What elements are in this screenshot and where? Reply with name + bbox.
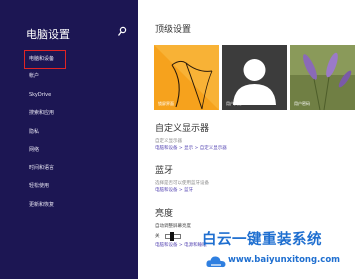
tile-user-password[interactable]: 用户密码 xyxy=(290,45,355,110)
display-breadcrumb-link[interactable]: 电脑和设备 > 显示 > 自定义显示器 xyxy=(155,146,227,152)
sidebar-item-skydrive[interactable]: SkyDrive xyxy=(29,92,51,99)
bluetooth-description: 选择是否可以使用蓝牙设备 xyxy=(155,181,209,186)
bluetooth-breadcrumb-link[interactable]: 电脑和设备 > 蓝牙 xyxy=(155,188,193,194)
settings-sidebar: 电脑设置 电脑和设备 帐户 SkyDrive 搜索和应用 隐私 网络 时间和语言… xyxy=(0,0,138,279)
brightness-description: 自动调整屏幕亮度 xyxy=(155,224,191,229)
sidebar-title: 电脑设置 xyxy=(26,28,70,41)
brightness-toggle-label: 关 xyxy=(155,234,160,239)
top-settings-heading: 顶级设置 xyxy=(155,25,192,35)
sidebar-item-network[interactable]: 网络 xyxy=(29,147,39,154)
bluetooth-heading: 蓝牙 xyxy=(155,166,174,176)
sidebar-item-update-and-recovery[interactable]: 更新和恢复 xyxy=(29,202,54,209)
sidebar-item-ease-of-access[interactable]: 轻松使用 xyxy=(29,183,49,190)
sidebar-item-search-and-apps[interactable]: 搜索和应用 xyxy=(29,110,54,117)
cloud-logo-icon xyxy=(206,256,226,268)
tile-lock-screen[interactable]: 锁屏界面 xyxy=(154,45,219,110)
tile-label-account-picture: 用户头像 xyxy=(226,101,242,106)
sidebar-item-pc-and-devices[interactable]: 电脑和设备 xyxy=(29,56,54,63)
watermark-url: www.baiyunxitong.com xyxy=(228,255,341,265)
sidebar-item-time-and-language[interactable]: 时间和语言 xyxy=(29,165,54,172)
sidebar-item-accounts[interactable]: 帐户 xyxy=(29,73,39,80)
display-heading: 自定义显示器 xyxy=(155,124,210,134)
search-icon[interactable] xyxy=(117,26,127,38)
tile-label-lock-screen: 锁屏界面 xyxy=(158,101,174,106)
brightness-heading: 亮度 xyxy=(155,209,174,219)
tile-label-user-password: 用户密码 xyxy=(294,101,310,106)
toggle-thumb[interactable] xyxy=(170,232,174,241)
brightness-breadcrumb-link[interactable]: 电脑和设备 > 电源和睡眠 xyxy=(155,243,207,249)
watermark-text: 白云一键重装系统 xyxy=(202,232,322,248)
display-description: 自定义显示器 xyxy=(155,139,182,144)
sidebar-item-privacy[interactable]: 隐私 xyxy=(29,129,39,136)
tile-account-picture[interactable]: 用户头像 xyxy=(222,45,287,110)
